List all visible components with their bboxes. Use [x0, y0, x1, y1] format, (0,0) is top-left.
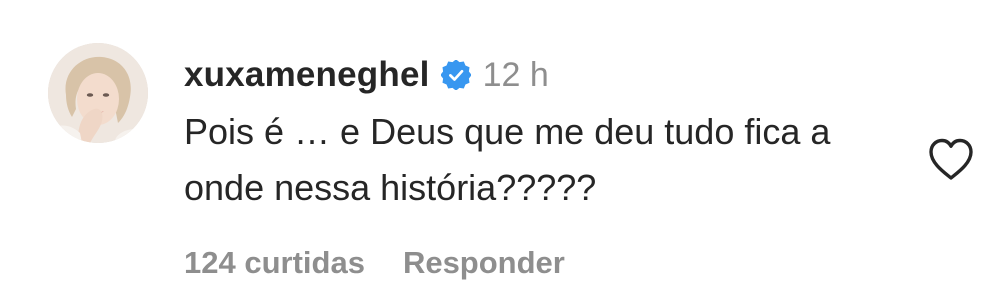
comment-text: Pois é … e Deus que me deu tudo fica a o… — [184, 111, 831, 208]
avatar-photo — [48, 43, 148, 143]
reply-button[interactable]: Responder — [403, 245, 565, 281]
timestamp: 12 h — [482, 55, 549, 94]
likes-count-button[interactable]: 124 curtidas — [184, 245, 365, 281]
verified-badge-icon — [439, 59, 472, 91]
heart-outline-icon — [929, 138, 973, 180]
username-link[interactable]: xuxameneghel — [184, 55, 430, 95]
comment-item: xuxameneghel 12 h Pois é … e Deus que me… — [0, 0, 1000, 299]
comment-header: xuxameneghel 12 h — [184, 50, 549, 100]
comment-actions: 124 curtidas Responder — [184, 238, 565, 288]
avatar[interactable] — [48, 43, 148, 143]
like-button[interactable] — [926, 136, 976, 182]
